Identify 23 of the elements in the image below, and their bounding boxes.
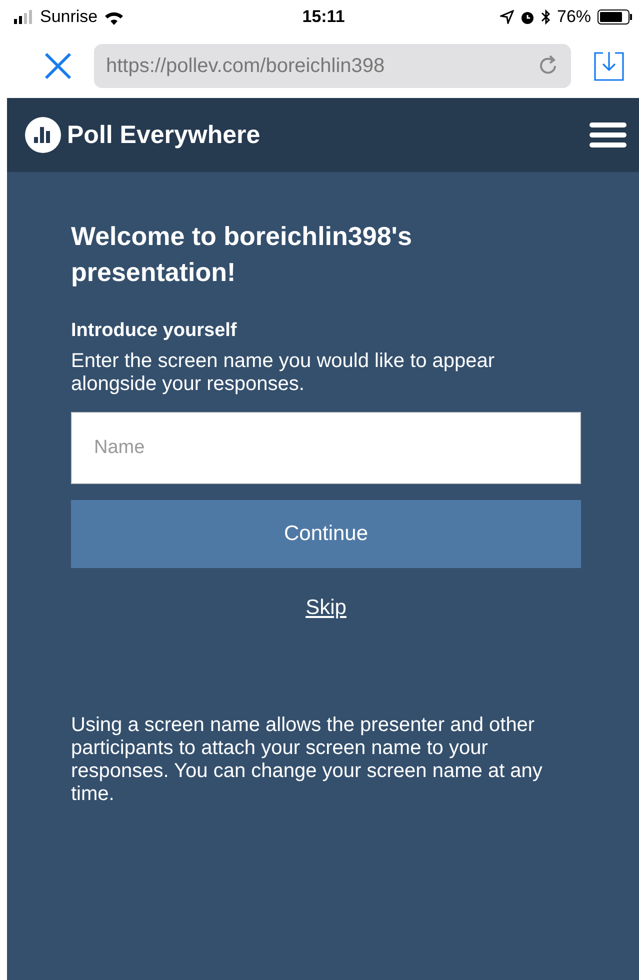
continue-button[interactable]: Continue — [71, 500, 581, 568]
alarm-clock-icon — [520, 10, 535, 24]
battery-icon — [597, 9, 634, 25]
welcome-title: Welcome to boreichlin398's presentation! — [71, 220, 413, 289]
menu-icon[interactable] — [589, 121, 627, 149]
close-icon[interactable] — [44, 52, 72, 80]
bluetooth-icon — [540, 9, 551, 25]
carrier-name: Sunrise — [40, 7, 98, 27]
name-field[interactable]: Name — [71, 412, 581, 484]
clock-time: 15:11 — [302, 7, 345, 27]
logo-icon — [25, 117, 61, 153]
skip-link[interactable]: Skip — [306, 596, 346, 620]
battery-percent: 76% — [556, 7, 592, 27]
brand-name: Poll Everywhere — [67, 120, 260, 150]
instructions-text: Enter the screen name you would like to appear alongside your responses. — [71, 350, 496, 396]
signal-icon — [14, 10, 34, 24]
wifi-icon — [104, 10, 124, 24]
url-text: https://pollev.com/boreichlin398 — [106, 54, 385, 78]
note-text: Using a screen name allows the presenter and other participants to attach your screen name to your responses. You can change your screen name at any time. — [71, 714, 544, 806]
section-heading: Introduce yourself — [71, 320, 238, 342]
url-field[interactable]: https://pollev.com/boreichlin398 — [94, 44, 571, 88]
download-icon[interactable] — [593, 50, 625, 82]
location-arrow-icon — [500, 10, 514, 24]
